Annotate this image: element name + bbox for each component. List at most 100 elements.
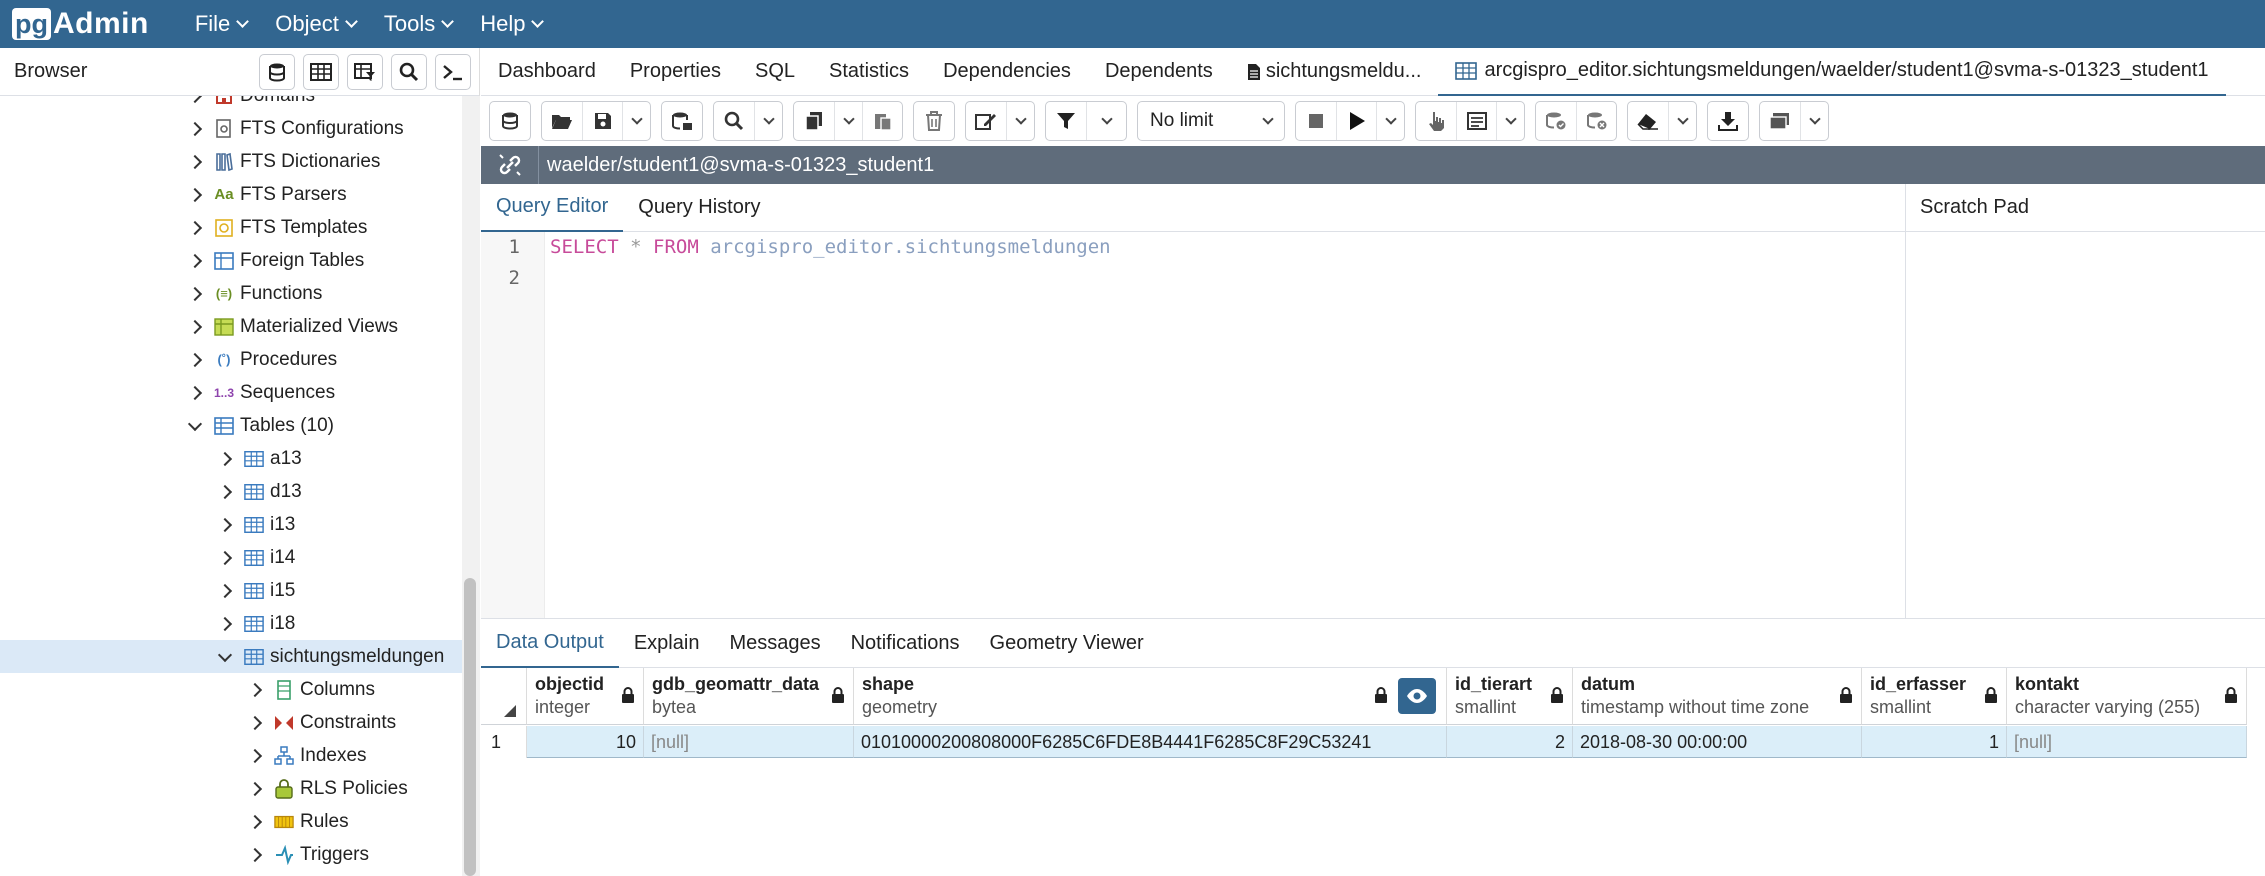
tree-label: Indexes (300, 744, 367, 766)
menu-object[interactable]: Object (275, 11, 358, 37)
tree-item-i18[interactable]: i18 (217, 607, 295, 640)
filter-button[interactable] (1046, 102, 1086, 140)
tree-item-fts-templates[interactable]: FTS Templates (187, 211, 367, 244)
find-button[interactable] (714, 102, 754, 140)
copy-dropdown[interactable] (834, 102, 862, 140)
view-data-button[interactable] (303, 53, 339, 90)
tree-item-constraints[interactable]: Constraints (247, 706, 396, 739)
tree-item-indexes[interactable]: Indexes (247, 739, 367, 772)
column-header-id-tierart[interactable]: id_tierart smallint (1447, 668, 1573, 725)
tree-item-tables[interactable]: Tables (10) (187, 409, 334, 442)
open-file-button[interactable] (542, 102, 582, 140)
commit-button[interactable] (1536, 102, 1576, 140)
table-cell[interactable]: [null] (644, 726, 854, 758)
rollback-button[interactable] (1576, 102, 1616, 140)
tree-item-foreign-tables[interactable]: Foreign Tables (187, 244, 364, 277)
explain-button[interactable] (1416, 102, 1456, 140)
tree-item-rules[interactable]: Rules (247, 805, 349, 838)
stop-button[interactable] (1296, 102, 1336, 140)
filter-dropdown[interactable] (1086, 102, 1126, 140)
tree-item-a13[interactable]: a13 (217, 442, 302, 475)
save-dropdown[interactable] (622, 102, 650, 140)
tree-item-columns[interactable]: Columns (247, 673, 375, 706)
find-dropdown[interactable] (754, 102, 782, 140)
table-cell[interactable]: 10 (527, 726, 644, 758)
scratch-pad-textarea[interactable] (1906, 232, 2265, 618)
clear-button[interactable] (1628, 102, 1668, 140)
tree-item-fts-parsers[interactable]: Aa FTS Parsers (187, 178, 347, 211)
tree-item-functions[interactable]: (≡) Functions (187, 277, 322, 310)
column-header-kontakt[interactable]: kontakt character varying (255) (2007, 668, 2247, 725)
tab-dependents[interactable]: Dependents (1088, 48, 1230, 96)
tree-item-materialized-views[interactable]: Materialized Views (187, 310, 398, 343)
tree-item-sequences[interactable]: 1..3 Sequences (187, 376, 335, 409)
download-button[interactable] (1708, 102, 1748, 140)
database-tool-button[interactable] (662, 102, 702, 140)
column-header-objectid[interactable]: objectid integer (527, 668, 644, 725)
sql-editor[interactable]: SELECT * FROM arcgispro_editor.sichtungs… (550, 232, 1900, 618)
column-header-id-erfasser[interactable]: id_erfasser smallint (1862, 668, 2007, 725)
menu-tools[interactable]: Tools (384, 11, 455, 37)
tree-item-triggers[interactable]: Triggers (247, 838, 369, 871)
explain-dropdown[interactable] (1496, 102, 1524, 140)
table-cell[interactable]: 1 (1862, 726, 2007, 758)
tab-data-output[interactable]: Data Output (481, 618, 619, 668)
tree-item-i15[interactable]: i15 (217, 574, 295, 607)
column-header-shape[interactable]: shape geometry (854, 668, 1447, 725)
edit-button[interactable] (966, 102, 1006, 140)
tab-sql[interactable]: SQL (738, 48, 812, 96)
paste-button[interactable] (862, 102, 902, 140)
tree-item-fts-dictionaries[interactable]: FTS Dictionaries (187, 145, 380, 178)
tree-scrollbar-thumb[interactable] (464, 578, 476, 876)
tab-explain[interactable]: Explain (619, 618, 715, 668)
filtered-rows-button[interactable] (347, 53, 383, 90)
tab-messages[interactable]: Messages (714, 618, 835, 668)
tab-properties[interactable]: Properties (613, 48, 738, 96)
tab-dependencies[interactable]: Dependencies (926, 48, 1088, 96)
tree-item-sichtungsmeldungen[interactable]: sichtungsmeldungen (0, 640, 462, 673)
macros-button[interactable] (1760, 102, 1800, 140)
table-cell[interactable]: 2 (1447, 726, 1573, 758)
menu-file[interactable]: File (195, 11, 250, 37)
explain-analyze-button[interactable] (1456, 102, 1496, 140)
tab-sichtungsmeldungen-file[interactable]: sichtungsmeldu... (1230, 48, 1439, 96)
clear-dropdown[interactable] (1668, 102, 1696, 140)
tab-query-tool[interactable]: arcgispro_editor.sichtungsmeldungen/wael… (1438, 48, 2226, 96)
tree-item-procedures[interactable]: (˚) Procedures (187, 343, 337, 376)
execute-dropdown[interactable] (1376, 102, 1404, 140)
row-limit-select[interactable]: No limit (1137, 101, 1285, 141)
table-cell[interactable]: 2018-08-30 00:00:00 (1573, 726, 1862, 758)
tab-query-editor[interactable]: Query Editor (481, 184, 624, 232)
save-button[interactable] (582, 102, 622, 140)
view-geometry-button[interactable] (1398, 678, 1436, 714)
tab-notifications[interactable]: Notifications (836, 618, 975, 668)
tree-item-d13[interactable]: d13 (217, 475, 302, 508)
tab-statistics[interactable]: Statistics (812, 48, 926, 96)
column-header-datum[interactable]: datum timestamp without time zone (1573, 668, 1862, 725)
tab-geometry-viewer[interactable]: Geometry Viewer (975, 618, 1159, 668)
tree-item-fts-configurations[interactable]: FTS Configurations (187, 112, 404, 145)
menu-help[interactable]: Help (480, 11, 545, 37)
tab-dashboard[interactable]: Dashboard (481, 48, 613, 96)
select-all-corner[interactable] (481, 668, 527, 725)
tree-item-rls-policies[interactable]: RLS Policies (247, 772, 408, 805)
connection-status-button[interactable] (481, 146, 539, 184)
table-cell[interactable]: 01010000200808000F6285C6FDE8B4441F6285C8… (854, 726, 1447, 758)
tree-item-i14[interactable]: i14 (217, 541, 295, 574)
delete-button[interactable] (914, 102, 954, 140)
tree-item-domains[interactable]: Domains (187, 96, 315, 112)
database-button[interactable] (490, 102, 530, 140)
tree-item-i13[interactable]: i13 (217, 508, 295, 541)
psql-tool-button[interactable] (435, 53, 471, 90)
query-tool-button[interactable] (259, 53, 295, 90)
edit-dropdown[interactable] (1006, 102, 1034, 140)
table-cell[interactable]: [null] (2007, 726, 2247, 758)
column-type: bytea (652, 697, 697, 717)
tab-query-history[interactable]: Query History (623, 184, 775, 232)
execute-button[interactable] (1336, 102, 1376, 140)
column-header-gdb-geomattr-data[interactable]: gdb_geomattr_data bytea (644, 668, 854, 725)
macros-dropdown[interactable] (1800, 102, 1828, 140)
copy-button[interactable] (794, 102, 834, 140)
search-button[interactable] (391, 53, 427, 90)
row-number[interactable]: 1 (481, 726, 527, 758)
